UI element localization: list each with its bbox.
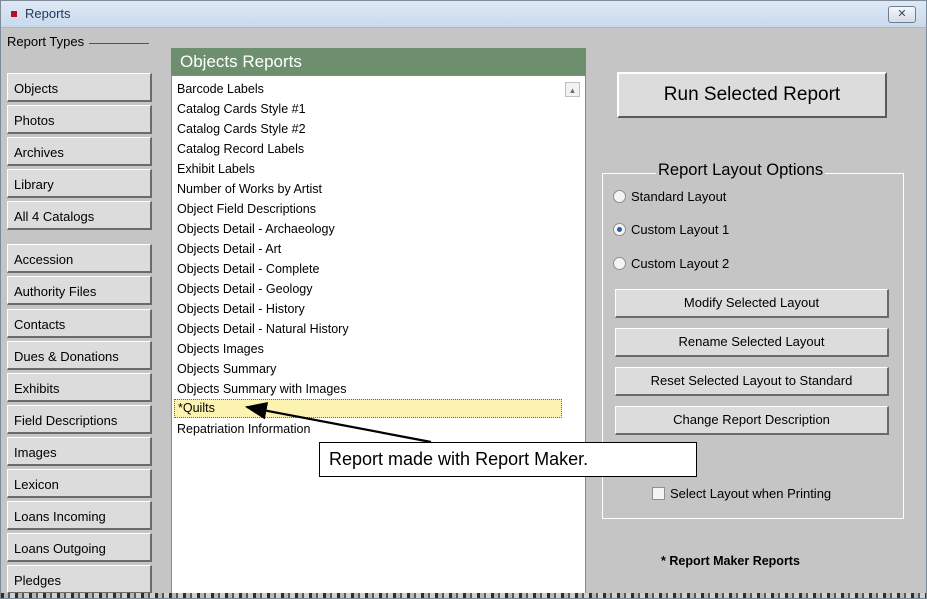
bottom-edge-artifact xyxy=(1,593,926,598)
callout-arrow xyxy=(244,402,432,444)
reports-window: Reports ✕ Report Types Objects Photos Ar… xyxy=(0,0,927,599)
callout-box: Report made with Report Maker. xyxy=(319,442,697,477)
